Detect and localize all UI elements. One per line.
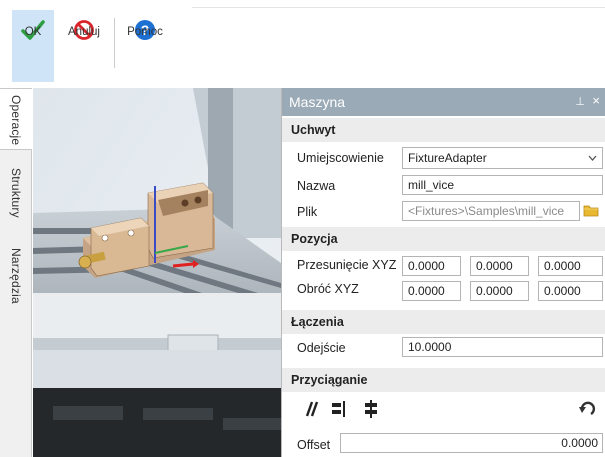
close-icon[interactable]: ×: [592, 93, 600, 108]
cancel-button[interactable]: Anuluj: [62, 10, 106, 82]
ok-label: OK: [24, 26, 42, 38]
section-header-connections[interactable]: Łączenia: [282, 310, 605, 334]
tab-operations-label: Operacje: [9, 95, 23, 146]
file-label: Plik: [297, 205, 318, 219]
toolbar: OK Anuluj ? Pomoc: [0, 0, 605, 86]
tab-tools-label: Narzędzia: [9, 248, 23, 304]
rotate-z-field[interactable]: 0.0000: [538, 281, 603, 301]
location-value: FixtureAdapter: [408, 151, 487, 165]
help-button[interactable]: ? Pomoc: [122, 10, 168, 82]
offset-y-field[interactable]: 0.0000: [470, 256, 529, 276]
chevron-down-icon: [588, 151, 597, 168]
help-label: Pomoc: [127, 26, 163, 38]
tab-operations[interactable]: Operacje: [0, 88, 32, 150]
undo-icon[interactable]: [578, 401, 596, 417]
clearance-label: Odejście: [297, 341, 346, 355]
side-tab-bar: Operacje Struktury Narzędzia: [0, 88, 32, 457]
parallel-snap-icon[interactable]: [302, 400, 320, 418]
rotate-y-field[interactable]: 0.0000: [470, 281, 529, 301]
rotate-xyz-label: Obróć XYZ: [297, 282, 359, 296]
tab-structures-label: Struktury: [9, 168, 23, 218]
name-field[interactable]: mill_vice: [402, 175, 603, 195]
name-label: Nazwa: [297, 179, 336, 193]
section-header-position[interactable]: Pozycja: [282, 227, 605, 251]
location-dropdown[interactable]: FixtureAdapter: [402, 147, 603, 169]
clearance-field[interactable]: 10.0000: [402, 337, 603, 357]
cancel-label: Anuluj: [68, 26, 100, 38]
folder-icon[interactable]: [583, 203, 599, 219]
pin-icon[interactable]: ⊥: [575, 95, 585, 108]
snap-offset-field[interactable]: 0.0000: [340, 433, 603, 453]
machine-properties-panel: Maszyna ⊥ × Uchwyt Umiejscowienie Fixtur…: [281, 88, 605, 457]
rotate-x-field[interactable]: 0.0000: [402, 281, 461, 301]
offset-xyz-label: Przesunięcie XYZ: [297, 258, 397, 272]
file-path-field[interactable]: <Fixtures>\Samples\mill_vice: [402, 201, 580, 221]
toolbar-separator: [114, 18, 115, 68]
tab-structures[interactable]: Struktury: [0, 168, 32, 238]
toolbar-divider: [192, 7, 605, 8]
3d-viewport[interactable]: [33, 88, 281, 457]
panel-title: Maszyna: [289, 94, 346, 110]
section-header-snapping[interactable]: Przyciąganie: [282, 368, 605, 392]
offset-z-field[interactable]: 0.0000: [538, 256, 603, 276]
tab-tools[interactable]: Narzędzia: [0, 248, 32, 328]
align-edge-snap-icon[interactable]: [330, 400, 348, 418]
offset-x-field[interactable]: 0.0000: [402, 256, 461, 276]
location-label: Umiejscowienie: [297, 151, 384, 165]
center-snap-icon[interactable]: [362, 400, 380, 418]
snap-offset-label: Offset: [297, 438, 331, 452]
machine-scene: [33, 88, 281, 457]
panel-title-bar: Maszyna ⊥ ×: [282, 88, 605, 116]
section-header-fixture[interactable]: Uchwyt: [282, 118, 605, 142]
ok-button[interactable]: OK: [12, 10, 54, 82]
